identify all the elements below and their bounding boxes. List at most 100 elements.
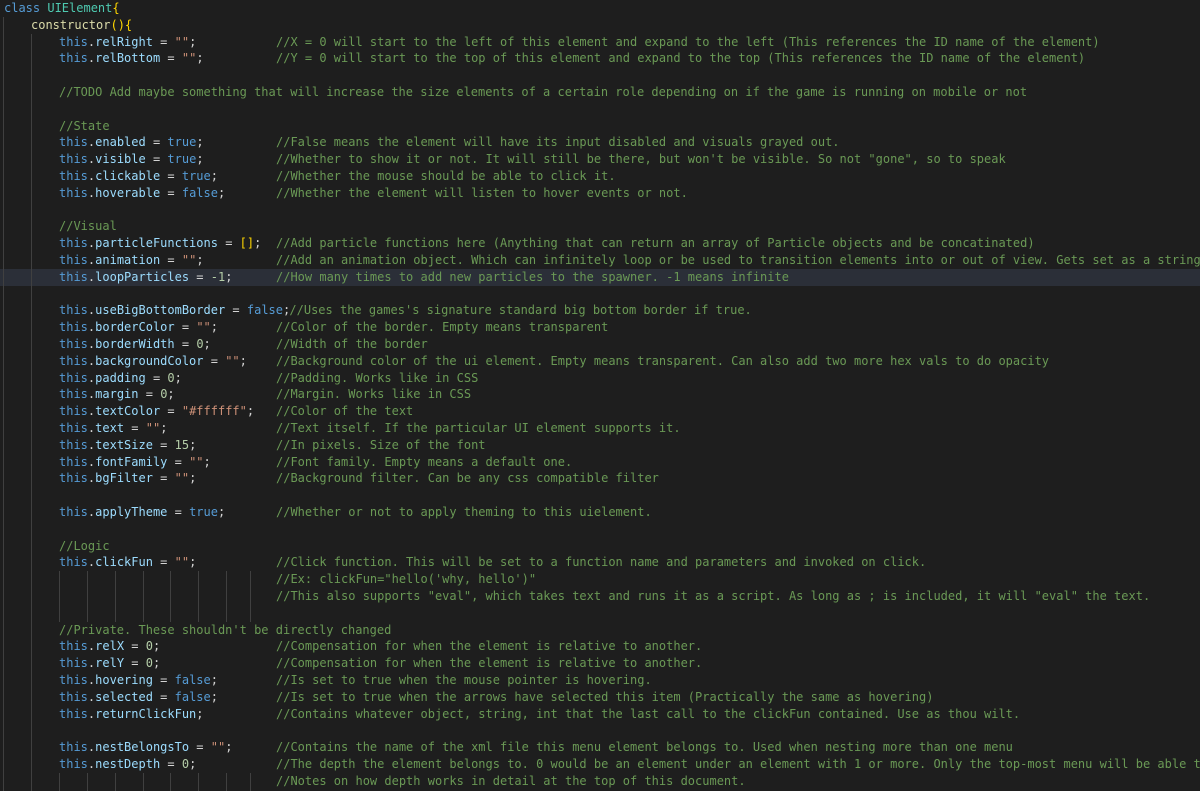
code-comment: //Compensation for when the element is r… [276,656,703,671]
code-line[interactable]: this.hoverable = false; //Whether the ele… [0,185,1200,202]
code-line[interactable] [0,487,1200,504]
code-line[interactable]: //Notes on how depth works in detail at … [0,773,1200,790]
code-line[interactable]: this.particleFunctions = []; //Add partic… [0,235,1200,252]
indent-guide [3,17,4,791]
code-line[interactable]: this.clickFun = ""; //Click function. Thi… [0,554,1200,571]
code-line[interactable] [0,722,1200,739]
code-statement: this.relX = 0; [59,639,161,654]
code-line[interactable]: this.textColor = "#ffffff"; //Color of th… [0,403,1200,420]
code-statement: this.enabled = true; [59,135,204,150]
code-line[interactable]: this.text = ""; //Text itself. If the par… [0,420,1200,437]
code-comment: //This also supports "eval", which takes… [276,589,1151,603]
indent-guide [198,571,199,622]
code-comment: //The depth the element belongs to. 0 wo… [276,757,1200,771]
code-line[interactable]: this.applyTheme = true; //Whether or not … [0,504,1200,521]
code-comment: //Whether or not to apply theming to thi… [276,505,652,519]
code-comment: //Padding. Works like in CSS [276,370,479,385]
indent-guide [250,571,251,622]
code-line[interactable]: this.relY = 0; //Compensation for when th… [0,655,1200,672]
code-comment: //Font family. Empty means a default one… [276,454,573,469]
indent-guide [226,571,227,622]
code-comment: //Notes on how depth works in detail at … [276,773,746,788]
code-statement: this.text = ""; [59,421,168,435]
code-comment: //Margin. Works like in CSS [276,387,472,402]
code-line[interactable]: this.useBigBottomBorder = false;//Uses t… [0,302,1200,319]
code-comment: //State [59,118,110,133]
indent-guide [250,772,251,791]
code-line[interactable]: this.nestBelongsTo = ""; //Contains the n… [0,739,1200,756]
code-line[interactable]: //This also supports "eval", which takes… [0,588,1200,605]
code-line[interactable]: this.relRight = ""; //X = 0 will start to… [0,34,1200,51]
code-line[interactable] [0,286,1200,303]
code-line[interactable] [0,202,1200,219]
code-comment: //Visual [59,219,117,234]
code-line[interactable]: //Ex: clickFun="hello('why, hello')" [0,571,1200,588]
code-comment: //Add an animation object. Which can inf… [276,253,1200,267]
code-statement: this.margin = 0; [59,387,175,402]
code-line[interactable] [0,67,1200,84]
code-line[interactable]: this.animation = ""; //Add an animation o… [0,252,1200,269]
code-line[interactable]: this.visible = true; //Whether to show it… [0,151,1200,168]
code-comment: //Is set to true when the mouse pointer … [276,673,652,687]
code-line[interactable]: this.bgFilter = ""; //Background filter. … [0,470,1200,487]
code-line[interactable]: this.fontFamily = ""; //Font family. Empt… [0,454,1200,471]
code-line[interactable]: this.relBottom = ""; //Y = 0 will start t… [0,50,1200,67]
code-comment: //Whether the element will listen to hov… [276,185,688,200]
code-line[interactable]: //Logic [0,538,1200,555]
code-comment: //In pixels. Size of the font [276,437,486,452]
code-statement: this.clickable = true; [59,169,218,183]
code-comment: //Background color of the ui element. Em… [276,353,1050,368]
code-line[interactable]: constructor(){ [0,17,1200,34]
code-line[interactable]: this.padding = 0; //Padding. Works like i… [0,370,1200,387]
code-comment: //Add particle functions here (Anything … [276,236,1035,251]
code-statement: this.animation = ""; [59,253,204,267]
code-line[interactable] [0,101,1200,118]
code-comment: //Text itself. If the particular UI elem… [276,421,681,435]
code-line[interactable]: class UIElement{ [0,0,1200,17]
code-line[interactable]: //Visual [0,218,1200,235]
code-statement: this.particleFunctions = []; [59,236,262,251]
code-comment: //Uses the games's signature standard bi… [289,303,752,318]
code-editor[interactable]: class UIElement{ constructor(){this.relRi… [0,0,1200,791]
indent-guide [170,772,171,791]
code-statement: this.nestBelongsTo = ""; [59,740,233,755]
code-line[interactable]: this.loopParticles = -1; //How many times… [0,268,1200,286]
code-comment: //Whether to show it or not. It will sti… [276,152,1006,167]
code-line[interactable] [0,521,1200,538]
code-line[interactable]: this.hovering = false; //Is set to true w… [0,672,1200,689]
code-line[interactable]: this.textSize = 15; //In pixels. Size of … [0,437,1200,454]
code-line[interactable] [0,605,1200,622]
code-line[interactable]: this.clickable = true; //Whether the mous… [0,168,1200,185]
code-line[interactable]: this.returnClickFun; //Contains whatever … [0,706,1200,723]
code-line[interactable]: //Private. These shouldn't be directly c… [0,622,1200,639]
code-statement: this.nestDepth = 0; [59,757,197,771]
code-line[interactable]: this.selected = false; //Is set to true w… [0,689,1200,706]
code-comment: //Y = 0 will start to the top of this el… [276,51,1086,66]
code-line[interactable]: //State [0,118,1200,135]
code-statement: this.bgFilter = ""; [59,471,197,486]
code-line[interactable]: this.backgroundColor = ""; //Background c… [0,353,1200,370]
code-line[interactable]: this.borderColor = ""; //Color of the bor… [0,319,1200,336]
code-statement: this.loopParticles = -1; [59,269,233,284]
code-statement: this.hoverable = false; [59,185,226,200]
code-line[interactable]: this.enabled = true; //False means the el… [0,134,1200,151]
indent-guide [31,34,32,791]
code-statement: this.relRight = ""; [59,34,197,49]
code-comment: //Ex: clickFun="hello('why, hello')" [276,572,537,587]
code-comment: //Click function. This will be set to a … [276,555,927,570]
code-line[interactable]: this.relX = 0; //Compensation for when th… [0,638,1200,655]
code-line[interactable]: //TODO Add maybe something that will inc… [0,84,1200,101]
code-comment: //Compensation for when the element is r… [276,639,703,654]
code-line[interactable]: this.margin = 0; //Margin. Works like in … [0,386,1200,403]
code-line[interactable]: this.borderWidth = 0; //Width of the bord… [0,336,1200,353]
indent-guide [143,571,144,622]
code-comment: //Color of the border. Empty means trans… [276,320,609,335]
class-declaration: class UIElement{ [4,1,120,15]
code-statement: this.textSize = 15; [59,437,197,452]
code-comment: //Contains whatever object, string, int … [276,706,1021,721]
code-statement: this.relY = 0; [59,656,161,671]
indent-guide [198,772,199,791]
code-comment: //X = 0 will start to the left of this e… [276,34,1100,49]
indent-guide [59,571,60,622]
code-line[interactable]: this.nestDepth = 0; //The depth the eleme… [0,756,1200,773]
